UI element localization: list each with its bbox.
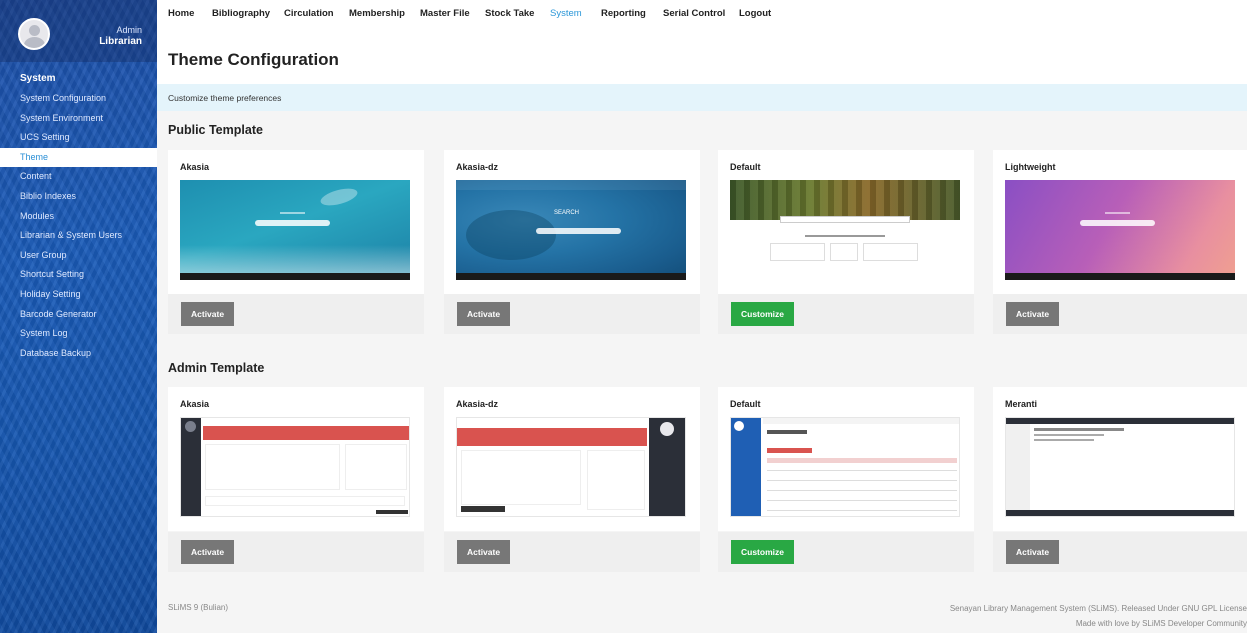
action-row: Activate <box>168 532 424 572</box>
avatar-body-icon <box>24 37 45 48</box>
preview-search-label: SEARCH <box>554 210 580 216</box>
preview-footer-bar <box>456 273 686 280</box>
sidebar-item-system-configuration[interactable]: System Configuration <box>0 89 157 109</box>
theme-name: Default <box>730 162 761 172</box>
info-text: Customize theme preferences <box>168 93 282 103</box>
nav-reporting[interactable]: Reporting <box>601 8 646 19</box>
nav-stock-take[interactable]: Stock Take <box>485 8 534 19</box>
nav-home[interactable]: Home <box>168 8 194 19</box>
customize-button[interactable]: Customize <box>731 540 794 564</box>
action-row: Activate <box>993 294 1247 334</box>
info-bar: Customize theme preferences <box>157 84 1247 111</box>
activate-button[interactable]: Activate <box>1006 540 1060 564</box>
sidebar-item-content[interactable]: Content <box>0 167 157 187</box>
activate-button[interactable]: Activate <box>457 540 511 564</box>
activate-button[interactable]: Activate <box>181 302 235 326</box>
top-nav: Home Bibliography Circulation Membership… <box>157 0 1247 35</box>
footer-credits: Senayan Library Management System (SLiMS… <box>950 601 1247 631</box>
main-content: Theme Configuration Customize theme pref… <box>157 35 1247 633</box>
user-profile: Admin Librarian <box>0 0 157 62</box>
admin-theme-card-akasia-dz: Akasia-dz <box>444 387 700 531</box>
nav-circulation[interactable]: Circulation <box>284 8 334 19</box>
avatar[interactable] <box>18 18 50 50</box>
page-title-bar: Theme Configuration <box>157 35 1247 84</box>
public-theme-card-default: Default <box>718 150 974 294</box>
public-theme-card-akasia-dz: Akasia-dz SEARCH <box>444 150 700 294</box>
activate-button[interactable]: Activate <box>457 302 511 326</box>
theme-name: Akasia-dz <box>456 162 499 172</box>
profile-name: Admin <box>116 25 142 35</box>
sidebar-heading: System <box>20 73 56 84</box>
sidebar-item-modules[interactable]: Modules <box>0 207 157 227</box>
theme-name: Meranti <box>1005 399 1038 409</box>
preview-footer-bar <box>180 273 410 280</box>
theme-preview-image <box>1005 417 1235 517</box>
nav-serial-control[interactable]: Serial Control <box>663 8 725 19</box>
theme-preview-image <box>456 417 686 517</box>
theme-preview-image: SEARCH <box>456 180 686 280</box>
nav-system[interactable]: System <box>550 8 582 19</box>
sidebar-item-system-log[interactable]: System Log <box>0 324 157 344</box>
theme-name: Akasia-dz <box>456 399 499 409</box>
theme-preview-image <box>730 180 960 280</box>
theme-name: Default <box>730 399 761 409</box>
sidebar-item-barcode-generator[interactable]: Barcode Generator <box>0 305 157 325</box>
theme-preview-image <box>1005 180 1235 280</box>
sidebar-item-holiday-setting[interactable]: Holiday Setting <box>0 285 157 305</box>
customize-button[interactable]: Customize <box>731 302 794 326</box>
admin-template-heading: Admin Template <box>168 361 265 375</box>
sidebar-item-shortcut-setting[interactable]: Shortcut Setting <box>0 265 157 285</box>
action-row: Activate <box>444 294 700 334</box>
theme-name: Akasia <box>180 162 210 172</box>
public-theme-card-akasia: Akasia <box>168 150 424 294</box>
theme-preview-image <box>730 417 960 517</box>
footer-made-with-love: Made with love by SLiMS Developer Commun… <box>1075 619 1247 628</box>
sidebar-item-librarian-system-users[interactable]: Librarian & System Users <box>0 226 157 246</box>
sidebar-menu: System Configuration System Environment … <box>0 89 157 363</box>
public-template-heading: Public Template <box>168 123 263 137</box>
footer-license: Senayan Library Management System (SLiMS… <box>949 604 1247 613</box>
public-theme-card-lightweight: Lightweight <box>993 150 1247 294</box>
nav-logout[interactable]: Logout <box>739 8 771 19</box>
theme-preview-image <box>180 417 410 517</box>
sidebar-item-system-environment[interactable]: System Environment <box>0 109 157 129</box>
sidebar-item-theme[interactable]: Theme <box>0 147 157 168</box>
nav-master-file[interactable]: Master File <box>420 8 470 19</box>
sidebar-item-biblio-indexes[interactable]: Biblio Indexes <box>0 187 157 207</box>
sidebar: Admin Librarian System System Configurat… <box>0 0 157 633</box>
theme-name: Lightweight <box>1005 162 1056 172</box>
admin-theme-card-default: Default <box>718 387 974 531</box>
theme-preview-image <box>180 180 410 280</box>
activate-button[interactable]: Activate <box>1006 302 1060 326</box>
preview-footer-bar <box>1005 273 1235 280</box>
profile-role: Librarian <box>99 36 142 47</box>
sidebar-item-database-backup[interactable]: Database Backup <box>0 344 157 364</box>
page-title: Theme Configuration <box>168 50 339 69</box>
action-row: Customize <box>718 294 974 334</box>
footer-version: SLiMS 9 (Bulian) <box>168 603 229 612</box>
action-row: Activate <box>444 532 700 572</box>
action-row: Customize <box>718 532 974 572</box>
nav-membership[interactable]: Membership <box>349 8 405 19</box>
sidebar-item-user-group[interactable]: User Group <box>0 246 157 266</box>
activate-button[interactable]: Activate <box>181 540 235 564</box>
admin-theme-card-meranti: Meranti <box>993 387 1247 531</box>
theme-name: Akasia <box>180 399 210 409</box>
sidebar-item-ucs-setting[interactable]: UCS Setting <box>0 128 157 148</box>
admin-theme-card-akasia: Akasia <box>168 387 424 531</box>
action-row: Activate <box>993 532 1247 572</box>
action-row: Activate <box>168 294 424 334</box>
avatar-head-icon <box>29 25 40 36</box>
nav-bibliography[interactable]: Bibliography <box>212 8 270 19</box>
